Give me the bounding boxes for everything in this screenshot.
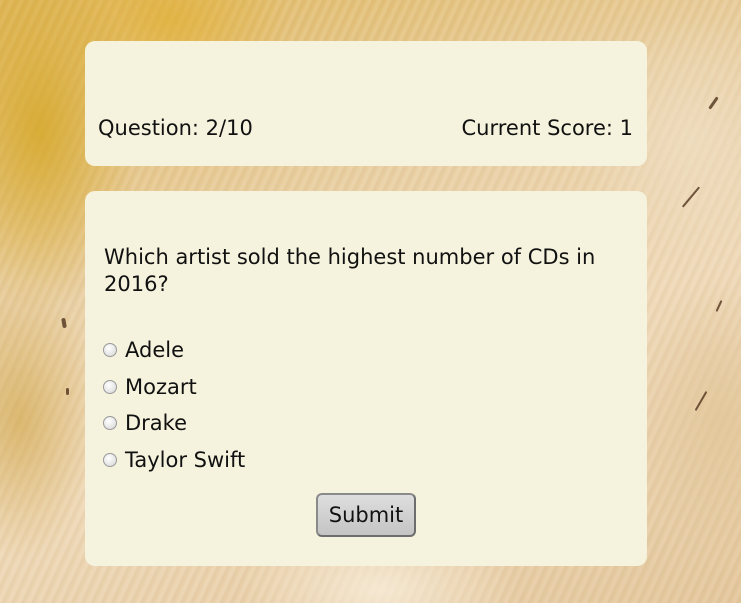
radio-button[interactable] xyxy=(103,453,117,468)
answer-options: Adele Mozart Drake Taylor Swift xyxy=(103,332,245,478)
submit-button[interactable]: Submit xyxy=(316,493,416,537)
question-counter: Question: 2/10 xyxy=(98,116,253,140)
quiz-panel: Which artist sold the highest number of … xyxy=(85,191,647,566)
answer-label[interactable]: Adele xyxy=(125,336,184,364)
question-text: Which artist sold the highest number of … xyxy=(104,245,596,296)
status-panel: Question: 2/10 Current Score: 1 xyxy=(85,41,647,166)
paint-streak xyxy=(715,300,723,312)
answer-option-mozart[interactable]: Mozart xyxy=(103,369,245,406)
paint-streak xyxy=(66,388,69,395)
paint-streak xyxy=(61,317,67,329)
radio-button[interactable] xyxy=(103,416,117,431)
answer-option-taylor-swift[interactable]: Taylor Swift xyxy=(103,442,245,479)
paint-streak xyxy=(694,390,708,412)
answer-label[interactable]: Mozart xyxy=(125,373,197,401)
answer-label[interactable]: Drake xyxy=(125,409,187,437)
current-score: Current Score: 1 xyxy=(461,116,633,140)
answer-option-adele[interactable]: Adele xyxy=(103,332,245,369)
answer-label[interactable]: Taylor Swift xyxy=(125,446,245,474)
radio-button[interactable] xyxy=(103,379,117,394)
answer-option-drake[interactable]: Drake xyxy=(103,405,245,442)
radio-button[interactable] xyxy=(103,343,117,358)
paint-streak xyxy=(708,96,719,110)
paint-streak xyxy=(681,186,701,208)
